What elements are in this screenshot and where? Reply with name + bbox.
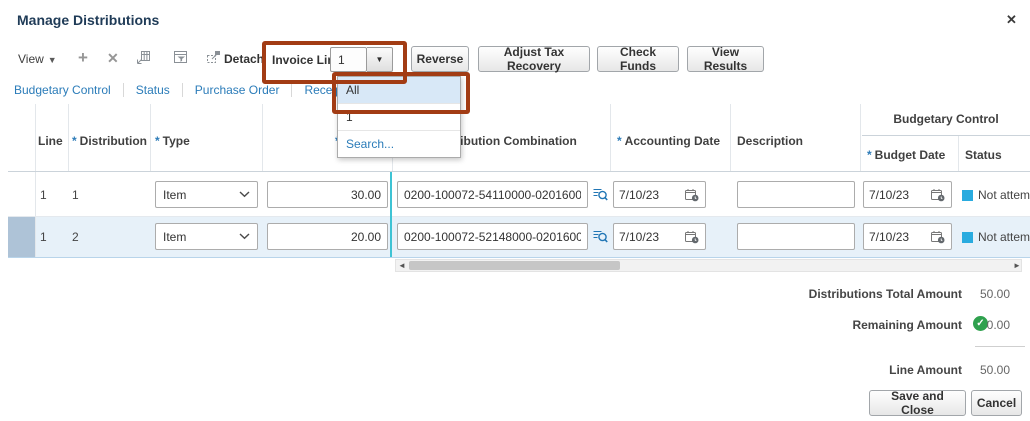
- accounting-date-field[interactable]: 7/10/23: [613, 181, 706, 208]
- calendar-icon[interactable]: [684, 187, 700, 202]
- calendar-icon[interactable]: [684, 229, 700, 244]
- page-title: Manage Distributions: [17, 12, 159, 28]
- tab-purchase-order[interactable]: Purchase Order: [195, 83, 293, 97]
- accounting-date-field[interactable]: 7/10/23: [613, 223, 706, 250]
- status-badge: Not attempted: [962, 188, 1030, 202]
- caret-down-icon: ▼: [48, 55, 57, 65]
- column-header-distribution: *Distribution: [72, 134, 147, 148]
- type-select[interactable]: Item: [155, 181, 258, 208]
- budget-date-value: 7/10/23: [869, 230, 909, 244]
- divider: [8, 171, 1030, 172]
- column-header-line: Line: [38, 134, 63, 148]
- amount-input[interactable]: [267, 223, 388, 250]
- budget-date-field[interactable]: 7/10/23: [863, 223, 952, 250]
- adjust-tax-recovery-button[interactable]: Adjust Tax Recovery: [478, 46, 590, 72]
- calendar-icon[interactable]: [930, 187, 946, 202]
- accounting-date-value: 7/10/23: [619, 230, 659, 244]
- divider: [730, 104, 731, 171]
- column-header-accounting-date: *Accounting Date: [617, 134, 720, 148]
- status-badge: Not attempted: [962, 230, 1030, 244]
- invoice-line-input[interactable]: [330, 47, 367, 72]
- dropdown-item-all[interactable]: All: [338, 77, 460, 104]
- accounting-date-value: 7/10/23: [619, 188, 659, 202]
- dropdown-item-1[interactable]: 1: [338, 104, 460, 131]
- line-number: 1: [40, 230, 47, 244]
- caret-down-icon: ▼: [376, 55, 384, 64]
- dropdown-item-search[interactable]: Search...: [338, 131, 460, 157]
- scroll-right-icon[interactable]: ►: [1013, 261, 1021, 271]
- column-header-budget-date: *Budget Date: [867, 148, 945, 162]
- combination-search-icon[interactable]: [592, 228, 609, 247]
- calendar-icon[interactable]: [930, 229, 946, 244]
- status-square-icon: [962, 232, 973, 243]
- frozen-pane-splitter[interactable]: [390, 172, 392, 257]
- line-number: 1: [40, 188, 47, 202]
- view-results-button[interactable]: View Results: [687, 46, 764, 72]
- divider: [860, 104, 861, 171]
- manage-distributions-dialog: Manage Distributions ✕ View▼ + ✕ Detach …: [0, 0, 1030, 421]
- divider: [610, 104, 611, 171]
- line-amount-label: Line Amount: [889, 363, 962, 377]
- type-select[interactable]: Item: [155, 223, 258, 250]
- distribution-number: 1: [72, 188, 79, 202]
- type-select-value: Item: [163, 188, 186, 202]
- column-header-description: Description: [737, 134, 803, 148]
- query-by-example-icon[interactable]: [172, 49, 189, 69]
- distribution-number: 2: [72, 230, 79, 244]
- distribution-combination-input[interactable]: [397, 223, 588, 250]
- description-input[interactable]: [737, 181, 855, 208]
- type-select-value: Item: [163, 230, 186, 244]
- chevron-down-icon: [239, 191, 250, 198]
- scroll-left-icon[interactable]: ◄: [398, 261, 406, 271]
- divider: [958, 135, 959, 171]
- delete-row-icon[interactable]: ✕: [107, 50, 119, 67]
- chevron-down-icon: [239, 233, 250, 240]
- divider: [68, 104, 69, 171]
- cancel-button[interactable]: Cancel: [971, 390, 1022, 416]
- divider: [862, 135, 1030, 136]
- detach-icon[interactable]: [205, 49, 222, 69]
- remaining-amount-label: Remaining Amount: [852, 318, 962, 332]
- budget-date-field[interactable]: 7/10/23: [863, 181, 952, 208]
- divider: [8, 257, 1030, 258]
- distribution-combination-input[interactable]: [397, 181, 588, 208]
- status-text: Not attempted: [978, 230, 1030, 244]
- view-menu-label: View: [18, 52, 44, 66]
- column-header-type: *Type: [155, 134, 190, 148]
- divider: [975, 346, 1025, 347]
- remaining-amount-value: 0.00: [987, 318, 1010, 332]
- detach-label[interactable]: Detach: [224, 52, 264, 66]
- view-menu[interactable]: View ▼: [18, 52, 57, 66]
- column-header-status: Status: [965, 148, 1002, 162]
- amount-input[interactable]: [267, 181, 388, 208]
- reverse-button[interactable]: Reverse: [411, 46, 469, 72]
- divider: [150, 104, 151, 171]
- scrollbar-thumb[interactable]: [409, 261, 620, 270]
- divider: [8, 216, 1030, 217]
- divider: [35, 104, 36, 171]
- tab-status[interactable]: Status: [136, 83, 183, 97]
- invoice-line-dropdown-list: All 1 Search...: [337, 76, 461, 158]
- group-header-budgetary-control: Budgetary Control: [862, 112, 1030, 126]
- row-selector-cell[interactable]: [8, 216, 35, 257]
- line-amount-value: 50.00: [980, 363, 1010, 377]
- distributions-total-value: 50.00: [980, 287, 1010, 301]
- status-text: Not attempted: [978, 188, 1030, 202]
- invoice-line-dropdown-button[interactable]: ▼: [367, 47, 393, 72]
- distributions-total-label: Distributions Total Amount: [809, 287, 962, 301]
- check-funds-button[interactable]: Check Funds: [597, 46, 679, 72]
- divider: [35, 172, 36, 257]
- add-row-icon[interactable]: +: [78, 48, 88, 68]
- save-and-close-button[interactable]: Save and Close: [869, 390, 966, 416]
- combination-search-icon[interactable]: [592, 186, 609, 205]
- tab-budgetary-control[interactable]: Budgetary Control: [14, 83, 124, 97]
- close-icon[interactable]: ✕: [1006, 12, 1017, 28]
- description-input[interactable]: [737, 223, 855, 250]
- export-icon[interactable]: [135, 49, 152, 69]
- budget-date-value: 7/10/23: [869, 188, 909, 202]
- status-square-icon: [962, 190, 973, 201]
